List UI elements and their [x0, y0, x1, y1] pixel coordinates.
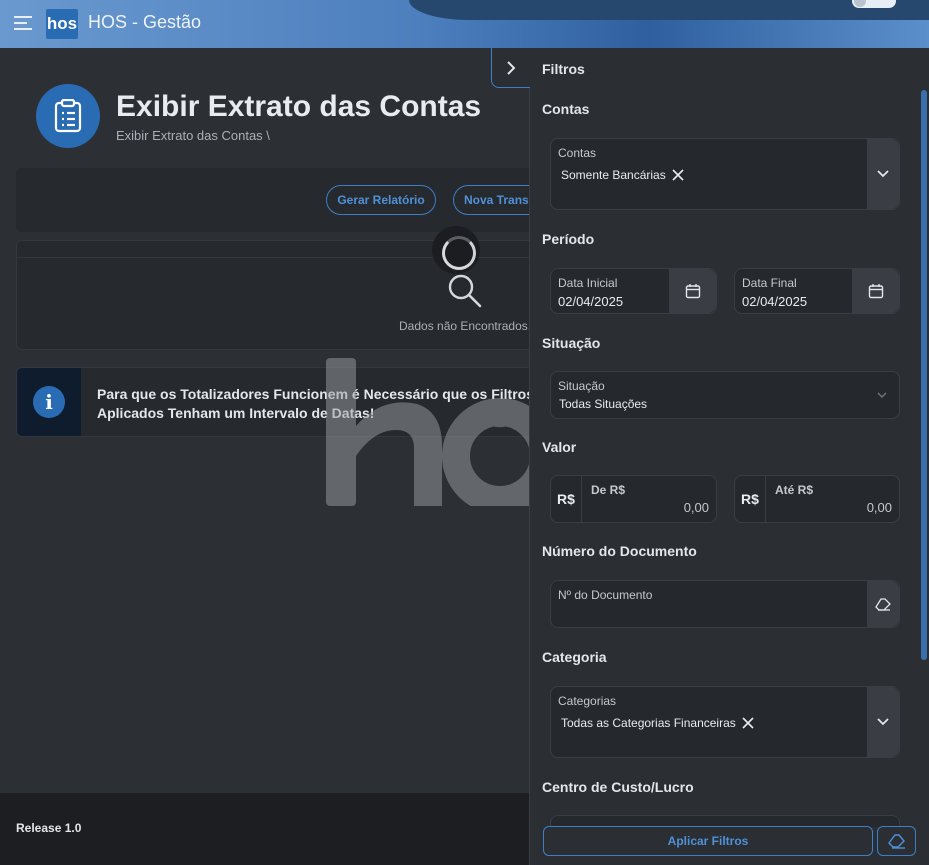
amount-to-label: Até R$	[775, 483, 814, 497]
search-icon	[448, 274, 482, 308]
eraser-icon	[887, 834, 905, 849]
categories-chip: Todas as Categorias Financeiras	[561, 716, 754, 730]
collapse-panel-button[interactable]	[491, 48, 530, 88]
currency-prefix: R$	[551, 476, 582, 522]
section-centro-custo: Centro de Custo/Lucro	[542, 779, 694, 795]
toolbar-card: Gerar Relatório Nova Transferência	[16, 168, 556, 232]
categories-select[interactable]: Categorias Todas as Categorias Financeir…	[550, 686, 900, 758]
section-categoria: Categoria	[542, 649, 607, 665]
chevron-down-icon	[877, 392, 887, 398]
end-date-value: 02/04/2025	[742, 294, 808, 309]
status-select-value: Todas Situações	[559, 397, 648, 411]
end-date-field[interactable]: Data Final 02/04/2025	[734, 268, 900, 314]
info-message: Para que os Totalizadores Funcionem é Ne…	[97, 386, 534, 421]
loading-spinner	[432, 226, 480, 274]
clear-document-button[interactable]	[867, 581, 899, 627]
start-date-field[interactable]: Data Inicial 02/04/2025	[550, 268, 717, 314]
clear-filters-button[interactable]	[877, 826, 916, 856]
amount-to-value: 0,00	[866, 500, 892, 515]
amount-from-label: De R$	[591, 483, 626, 497]
accounts-select-label: Contas	[558, 146, 597, 160]
header-wave-decoration	[409, 0, 929, 20]
categories-dropdown-button[interactable]	[867, 687, 899, 757]
empty-state-text: Dados não Encontrados.	[399, 319, 532, 333]
app-title: HOS - Gestão	[88, 12, 202, 32]
apply-filters-button[interactable]: Aplicar Filtros	[543, 826, 873, 856]
page-title: Exibir Extrato das Contas	[116, 90, 482, 123]
accounts-chip: Somente Bancárias	[561, 168, 684, 182]
calendar-icon	[685, 284, 700, 299]
end-date-label: Data Final	[742, 276, 797, 290]
footer: Release 1.0	[0, 793, 530, 865]
document-number-input[interactable]: Nº do Documento	[550, 580, 900, 628]
remove-chip-icon[interactable]	[672, 169, 684, 181]
amount-from-value: 0,00	[683, 500, 709, 515]
currency-prefix: R$	[735, 476, 766, 522]
generate-report-button[interactable]: Gerar Relatório	[326, 185, 436, 215]
release-version: Release 1.0	[16, 821, 82, 835]
accounts-dropdown-button[interactable]	[867, 139, 899, 209]
chevron-down-icon	[877, 718, 889, 726]
amount-to-field[interactable]: R$ Até R$ 0,00	[734, 475, 900, 523]
section-periodo: Período	[542, 231, 595, 247]
top-bar: hos HOS - Gestão	[0, 0, 929, 48]
amount-from-field[interactable]: R$ De R$ 0,00	[550, 475, 717, 523]
info-alert: i Para que os Totalizadores Funcionem é …	[16, 367, 556, 437]
document-number-label: Nº do Documento	[558, 588, 653, 602]
calendar-icon	[868, 284, 883, 299]
section-contas: Contas	[542, 101, 590, 117]
status-select[interactable]: Situação Todas Situações	[550, 371, 900, 419]
categories-select-label: Categorias	[558, 694, 617, 708]
panel-scrollbar[interactable]	[921, 90, 927, 660]
chevron-right-icon	[507, 60, 516, 75]
app-logo: hos	[46, 9, 78, 39]
eraser-icon	[875, 598, 891, 611]
categories-chip-label: Todas as Categorias Financeiras	[561, 716, 736, 730]
start-date-label: Data Inicial	[558, 276, 618, 290]
filters-title: Filtros	[542, 61, 585, 77]
info-alert-side: i	[17, 368, 81, 436]
clipboard-icon	[36, 84, 100, 148]
section-documento: Número do Documento	[542, 543, 697, 559]
end-date-picker-button[interactable]	[852, 269, 899, 313]
info-icon: i	[33, 386, 65, 418]
breadcrumb[interactable]: Exibir Extrato das Contas \	[116, 128, 270, 143]
status-select-label: Situação	[558, 379, 605, 393]
theme-toggle[interactable]	[852, 0, 896, 8]
chevron-down-icon	[877, 170, 889, 178]
start-date-picker-button[interactable]	[669, 269, 716, 313]
start-date-value: 02/04/2025	[558, 294, 624, 309]
accounts-chip-label: Somente Bancárias	[561, 168, 666, 182]
remove-chip-icon[interactable]	[742, 717, 754, 729]
section-valor: Valor	[542, 439, 577, 455]
section-situacao: Situação	[542, 335, 601, 351]
hamburger-menu-icon[interactable]	[14, 16, 32, 30]
accounts-select[interactable]: Contas Somente Bancárias	[550, 138, 900, 210]
